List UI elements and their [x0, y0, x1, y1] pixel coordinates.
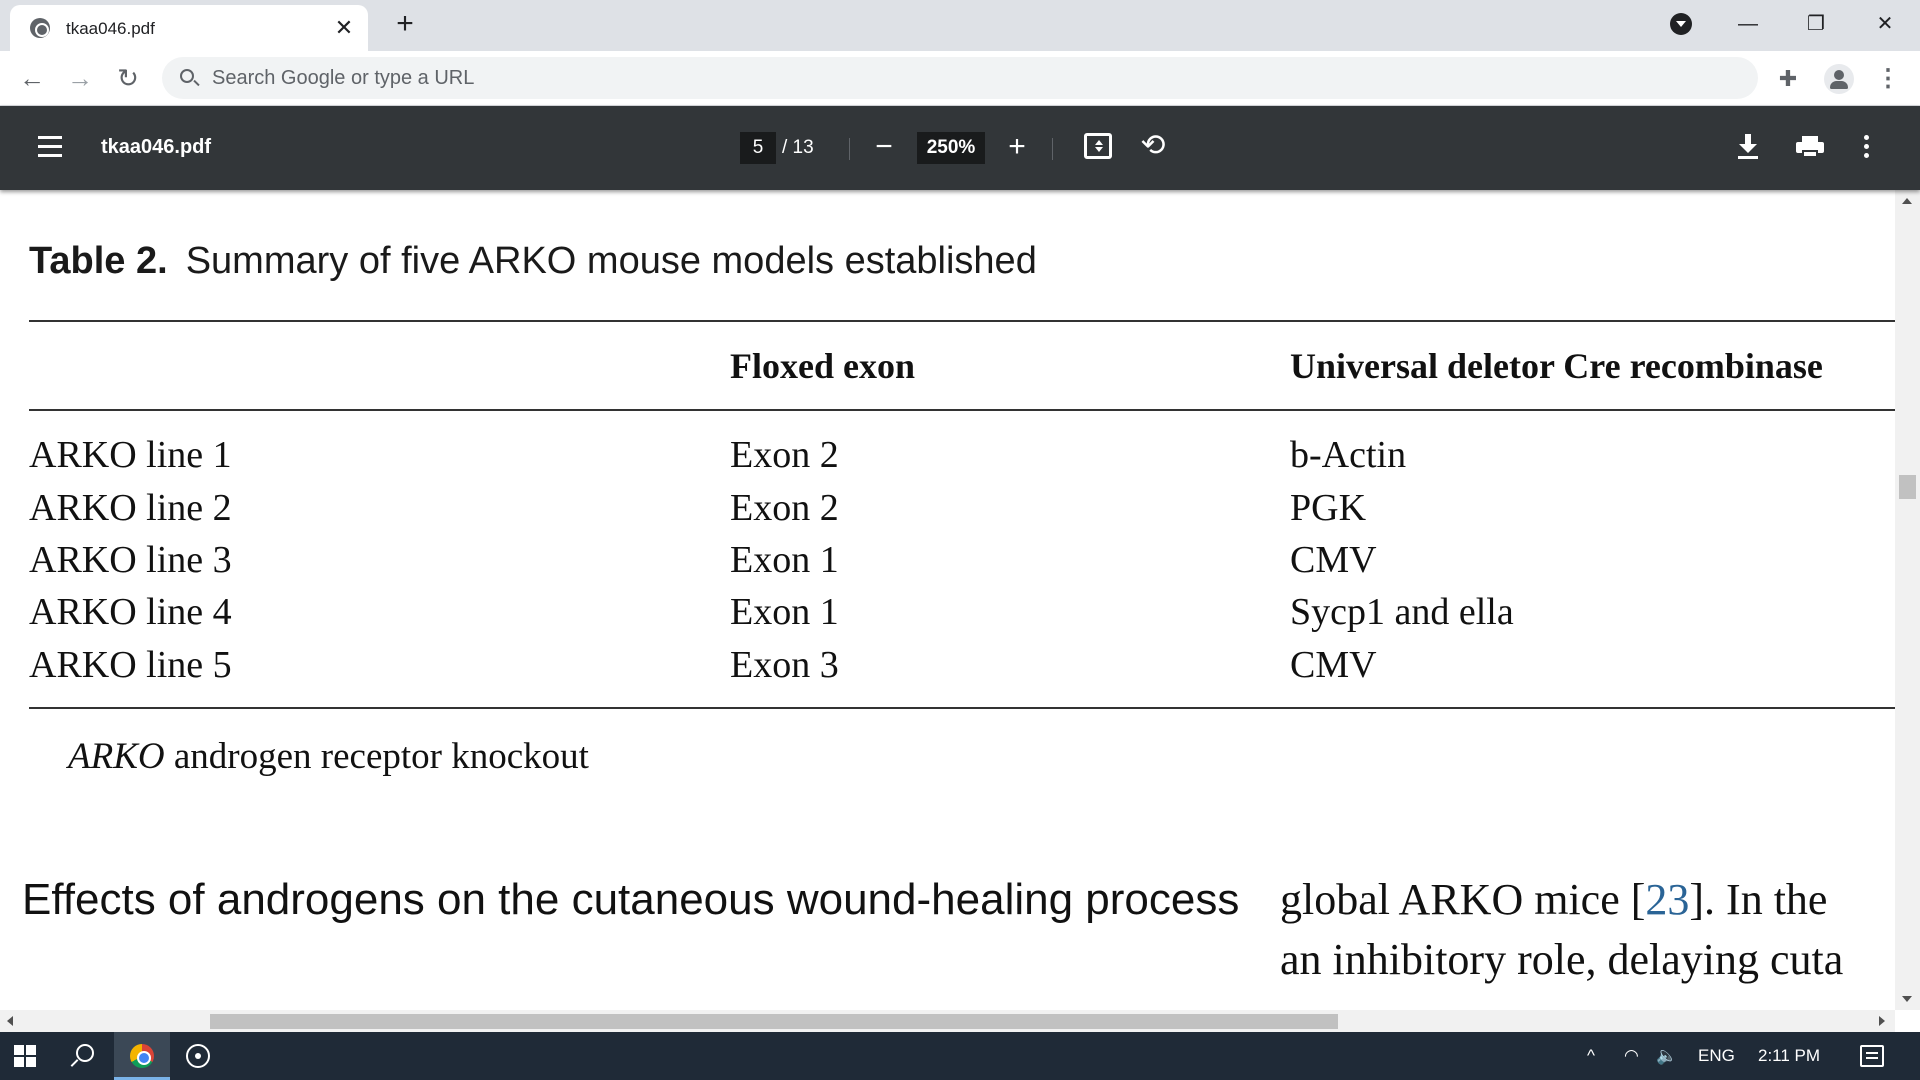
body-text-line: an inhibitory role, delaying cuta	[1280, 935, 1844, 984]
table-cell: ARKO line 2	[29, 487, 232, 529]
rotate-icon[interactable]: ⟲	[1137, 130, 1169, 162]
windows-start-icon[interactable]	[14, 1045, 36, 1067]
new-tab-button[interactable]: +	[390, 9, 420, 40]
volume-icon[interactable]: 🔈	[1656, 1046, 1677, 1066]
table-cell: Sycp1 and ella	[1290, 591, 1514, 633]
footnote-text: androgen receptor knockout	[164, 736, 589, 777]
table-cell: ARKO line 4	[29, 591, 232, 633]
tab-close-button[interactable]: ✕	[332, 16, 356, 40]
back-button[interactable]: ←	[16, 63, 48, 95]
table-title: Summary of five ARKO mouse models establ…	[185, 240, 1037, 282]
globe-icon	[30, 18, 50, 38]
table-cell: Exon 3	[730, 644, 839, 686]
horizontal-scroll-thumb[interactable]	[210, 1014, 1338, 1029]
body-text-fragment: global ARKO mice [	[1280, 875, 1646, 924]
scroll-up-arrow-icon[interactable]	[1902, 198, 1912, 204]
tab-search-icon[interactable]	[1670, 13, 1692, 35]
tray-chevron-icon[interactable]: ^	[1587, 1046, 1595, 1066]
chrome-icon	[130, 1044, 154, 1068]
table-cell: CMV	[1290, 539, 1377, 581]
table-cell: b-Actin	[1290, 434, 1407, 476]
restore-button[interactable]: ❐	[1791, 6, 1841, 42]
zoom-level-input[interactable]: 250%	[917, 132, 985, 164]
table-cell: Exon 1	[730, 591, 839, 633]
taskbar-search-icon[interactable]	[70, 1044, 94, 1068]
zoom-in-button[interactable]: +	[999, 130, 1035, 166]
body-text-right-column: global ARKO mice [23]. In the an inhibit…	[1280, 870, 1843, 990]
table-footnote: ARKO androgen receptor knockout	[68, 735, 589, 778]
section-heading: Effects of androgens on the cutaneous wo…	[22, 875, 1240, 924]
fit-to-page-icon[interactable]	[1084, 133, 1112, 159]
zoom-out-button[interactable]: −	[866, 130, 902, 166]
print-icon[interactable]	[1796, 136, 1824, 158]
body-text-line: global ARKO mice [23]. In the	[1280, 870, 1843, 930]
forward-button[interactable]: →	[64, 63, 96, 95]
tab-strip: tkaa046.pdf ✕ + — ❐ ✕	[0, 0, 1920, 51]
browser-toolbar: ← → ↻ ✚ ⋮	[0, 51, 1920, 106]
table-top-rule	[29, 320, 1895, 322]
hamburger-menu-icon[interactable]	[38, 136, 64, 158]
language-indicator[interactable]: ENG	[1698, 1046, 1735, 1066]
reload-button[interactable]: ↻	[112, 63, 144, 95]
puzzle-icon[interactable]: ✚	[1776, 67, 1800, 91]
table-caption: Table 2. Summary of five ARKO mouse model…	[29, 240, 1037, 283]
table-cell: PGK	[1290, 487, 1367, 529]
column-header-cre-recombinase: Universal deletor Cre recombinase	[1290, 346, 1823, 386]
tab-title: tkaa046.pdf	[66, 19, 155, 38]
chrome-menu-icon[interactable]: ⋮	[1876, 65, 1900, 93]
toolbar-divider	[849, 138, 850, 160]
citation-link[interactable]: 23	[1645, 875, 1689, 924]
download-icon[interactable]	[1737, 134, 1759, 160]
table-cell: ARKO line 3	[29, 539, 232, 581]
table-cell: Exon 2	[730, 487, 839, 529]
horizontal-scrollbar[interactable]	[0, 1010, 1895, 1032]
table-cell: ARKO line 1	[29, 434, 232, 476]
taskbar-obs-app[interactable]	[170, 1032, 226, 1080]
obs-icon	[186, 1044, 210, 1068]
pdf-page-viewport: Table 2. Summary of five ARKO mouse model…	[0, 190, 1895, 1010]
url-input[interactable]	[212, 57, 1712, 99]
profile-avatar-icon[interactable]	[1824, 64, 1854, 94]
omnibox[interactable]	[162, 57, 1758, 99]
clock-time[interactable]: 2:11 PM	[1758, 1046, 1820, 1066]
page-total: / 13	[782, 137, 814, 158]
browser-tab[interactable]: tkaa046.pdf ✕	[10, 5, 368, 51]
page-number-input[interactable]: 5	[740, 132, 776, 164]
close-window-button[interactable]: ✕	[1860, 6, 1910, 42]
pdf-toolbar: tkaa046.pdf 5 / 13 − 250% + ⟲	[0, 106, 1920, 190]
minimize-button[interactable]: —	[1723, 6, 1773, 42]
scroll-down-arrow-icon[interactable]	[1902, 996, 1912, 1002]
scroll-right-arrow-icon[interactable]	[1879, 1016, 1885, 1026]
footnote-abbreviation: ARKO	[68, 736, 165, 777]
vertical-scrollbar[interactable]	[1895, 190, 1920, 1010]
table-cell: CMV	[1290, 644, 1377, 686]
table-cell: Exon 1	[730, 539, 839, 581]
pdf-filename: tkaa046.pdf	[101, 136, 212, 158]
column-header-floxed-exon: Floxed exon	[730, 346, 915, 386]
toolbar-divider	[1052, 138, 1053, 160]
taskbar-chrome-app[interactable]	[114, 1032, 170, 1080]
table-label: Table 2.	[29, 240, 168, 282]
notification-icon[interactable]	[1860, 1045, 1884, 1067]
network-icon[interactable]: ◠	[1624, 1046, 1639, 1066]
table-bottom-rule	[29, 707, 1895, 709]
more-actions-icon[interactable]	[1864, 135, 1872, 161]
windows-taskbar: ^ ◠ 🔈 ENG 2:11 PM	[0, 1032, 1920, 1080]
scroll-left-arrow-icon[interactable]	[7, 1016, 13, 1026]
table-cell: ARKO line 5	[29, 644, 232, 686]
table-cell: Exon 2	[730, 434, 839, 476]
table-header-rule	[29, 409, 1895, 411]
search-icon	[180, 69, 194, 83]
body-text-fragment: ]. In the	[1689, 875, 1828, 924]
vertical-scroll-thumb[interactable]	[1899, 475, 1916, 499]
